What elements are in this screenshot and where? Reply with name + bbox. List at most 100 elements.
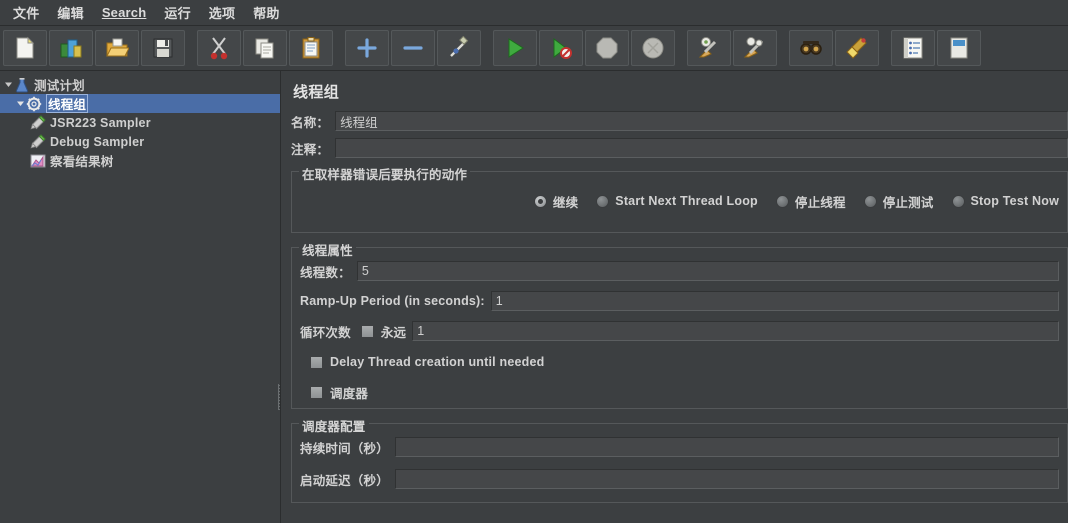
ramp-up-label: Ramp-Up Period (in seconds):: [300, 294, 485, 308]
ramp-up-input[interactable]: 1: [490, 291, 1059, 311]
radio-dot-icon: [775, 194, 789, 208]
menu-options[interactable]: 选项: [200, 0, 244, 25]
tree-node-debug-sampler[interactable]: Debug Sampler: [0, 132, 280, 151]
toolbar-paste-button[interactable]: [289, 30, 333, 66]
test-plan-icon: [15, 77, 29, 92]
radio-label: 停止线程: [794, 195, 846, 210]
delay-thread-creation-checkbox[interactable]: [310, 355, 323, 369]
scheduler-config-group: 调度器配置 持续时间（秒） 启动延迟（秒）: [291, 416, 1068, 503]
menu-edit[interactable]: 编辑: [48, 0, 92, 25]
menu-edit-label: 编辑: [57, 6, 84, 21]
main-split-pane: 测试计划 线程组 JSR223 Sampler Debug Sampler 察看…: [0, 71, 1068, 523]
toolbar-clear-all-button[interactable]: [733, 30, 777, 66]
toolbar-search-reset-button[interactable]: [835, 30, 879, 66]
start-no-pauses-icon: [553, 38, 572, 59]
num-threads-label: 线程数：: [300, 265, 351, 280]
duration-label: 持续时间（秒）: [300, 441, 389, 456]
menu-help[interactable]: 帮助: [244, 0, 288, 25]
clear-icon: [698, 37, 717, 58]
toolbar-copy-button[interactable]: [243, 30, 287, 66]
menu-search[interactable]: Search: [93, 2, 156, 23]
sampler-icon: [30, 133, 46, 148]
num-threads-row: 线程数： 5: [300, 260, 1059, 282]
tree-node-test-plan[interactable]: 测试计划: [0, 75, 280, 94]
thread-group-panel: 线程组 名称： 线程组 注释： 在取样器错误后要执行的动作 继续 Start N…: [281, 71, 1068, 523]
name-input[interactable]: 线程组: [335, 111, 1068, 131]
menu-options-label: 选项: [208, 6, 236, 21]
toolbar-start-no-pauses-button[interactable]: [539, 30, 583, 66]
radio-start-next-thread-loop[interactable]: Start Next Thread Loop: [596, 194, 758, 208]
clear-all-icon: [743, 37, 764, 58]
radio-stop-test-now[interactable]: Stop Test Now: [951, 194, 1059, 208]
startup-delay-input[interactable]: [394, 469, 1059, 489]
stop-icon: [596, 37, 618, 59]
tree-node-jsr223-sampler[interactable]: JSR223 Sampler: [0, 113, 280, 132]
page-title: 线程组: [293, 84, 340, 101]
menu-run-label: 运行: [164, 6, 191, 21]
view-results-tree-icon: [30, 154, 46, 167]
comment-field-row: 注释：: [291, 137, 1068, 159]
scheduler-row[interactable]: 调度器: [300, 380, 1059, 404]
radio-dot-icon: [951, 194, 965, 208]
tree-node-label: Debug Sampler: [50, 134, 145, 149]
toolbar-expand-all-button[interactable]: [345, 30, 389, 66]
toolbar-toggle-button[interactable]: [437, 30, 481, 66]
new-icon: [16, 36, 35, 59]
toggle-icon: [450, 36, 469, 57]
radio-continue[interactable]: 继续: [533, 192, 578, 211]
tree-node-label: 测试计划: [34, 79, 85, 93]
duration-input[interactable]: [394, 437, 1059, 457]
forever-checkbox[interactable]: [360, 324, 374, 338]
scheduler-checkbox[interactable]: [310, 385, 323, 399]
radio-dot-icon: [533, 194, 547, 208]
toolbar-separator-2: [334, 30, 344, 66]
radio-stop-thread[interactable]: 停止线程: [775, 192, 846, 211]
collapse-arrow-icon[interactable]: [2, 79, 14, 91]
delay-thread-creation-label: Delay Thread creation until needed: [330, 355, 545, 369]
toolbar-stop-button[interactable]: [585, 30, 629, 66]
startup-delay-label: 启动延迟（秒）: [300, 473, 389, 488]
menu-bar: 文件 编辑 Search 运行 选项 帮助: [0, 0, 1068, 26]
tree-node-label: 察看结果树: [50, 155, 114, 169]
toolbar-search-button[interactable]: [789, 30, 833, 66]
ramp-up-row: Ramp-Up Period (in seconds): 1: [300, 290, 1059, 312]
tree-node-view-results-tree[interactable]: 察看结果树: [0, 151, 280, 170]
test-plan-tree[interactable]: 测试计划 线程组 JSR223 Sampler Debug Sampler 察看…: [0, 71, 281, 523]
toolbar: [0, 26, 1068, 71]
start-icon: [508, 38, 524, 58]
toolbar-shutdown-button[interactable]: [631, 30, 675, 66]
toolbar-open-button[interactable]: [95, 30, 139, 66]
comment-input[interactable]: [335, 138, 1068, 158]
menu-run[interactable]: 运行: [155, 0, 199, 25]
num-threads-input[interactable]: 5: [356, 261, 1059, 281]
name-field-row: 名称： 线程组: [291, 110, 1068, 132]
radio-dot-icon: [596, 194, 610, 208]
toolbar-separator-5: [778, 30, 788, 66]
toolbar-start-button[interactable]: [493, 30, 537, 66]
toolbar-clear-button[interactable]: [687, 30, 731, 66]
toolbar-separator-4: [676, 30, 686, 66]
delay-thread-creation-row[interactable]: Delay Thread creation until needed: [300, 350, 1059, 374]
toolbar-new-button[interactable]: [3, 30, 47, 66]
loop-count-input[interactable]: 1: [412, 321, 1059, 341]
menu-file[interactable]: 文件: [4, 0, 48, 25]
tree-node-thread-group[interactable]: 线程组: [0, 94, 280, 113]
toolbar-help-button[interactable]: [937, 30, 981, 66]
function-helper-icon: [903, 37, 923, 59]
toolbar-function-helper-button[interactable]: [891, 30, 935, 66]
menu-file-label: 文件: [13, 6, 40, 21]
toolbar-templates-button[interactable]: [49, 30, 93, 66]
toolbar-collapse-all-button[interactable]: [391, 30, 435, 66]
copy-icon: [255, 38, 274, 59]
on-sampler-error-radio-group: 继续 Start Next Thread Loop 停止线程 停止测试 Stop…: [300, 190, 1059, 212]
toolbar-cut-button[interactable]: [197, 30, 241, 66]
collapse-arrow-icon[interactable]: [14, 98, 26, 110]
startup-delay-row: 启动延迟（秒）: [300, 468, 1059, 490]
radio-dot-icon: [863, 194, 877, 208]
toolbar-separator-6: [880, 30, 890, 66]
loop-count-row: 循环次数 永远 1: [300, 320, 1059, 342]
radio-stop-test[interactable]: 停止测试: [863, 192, 934, 211]
sampler-icon: [30, 114, 46, 129]
duration-row: 持续时间（秒）: [300, 436, 1059, 458]
toolbar-save-button[interactable]: [141, 30, 185, 66]
